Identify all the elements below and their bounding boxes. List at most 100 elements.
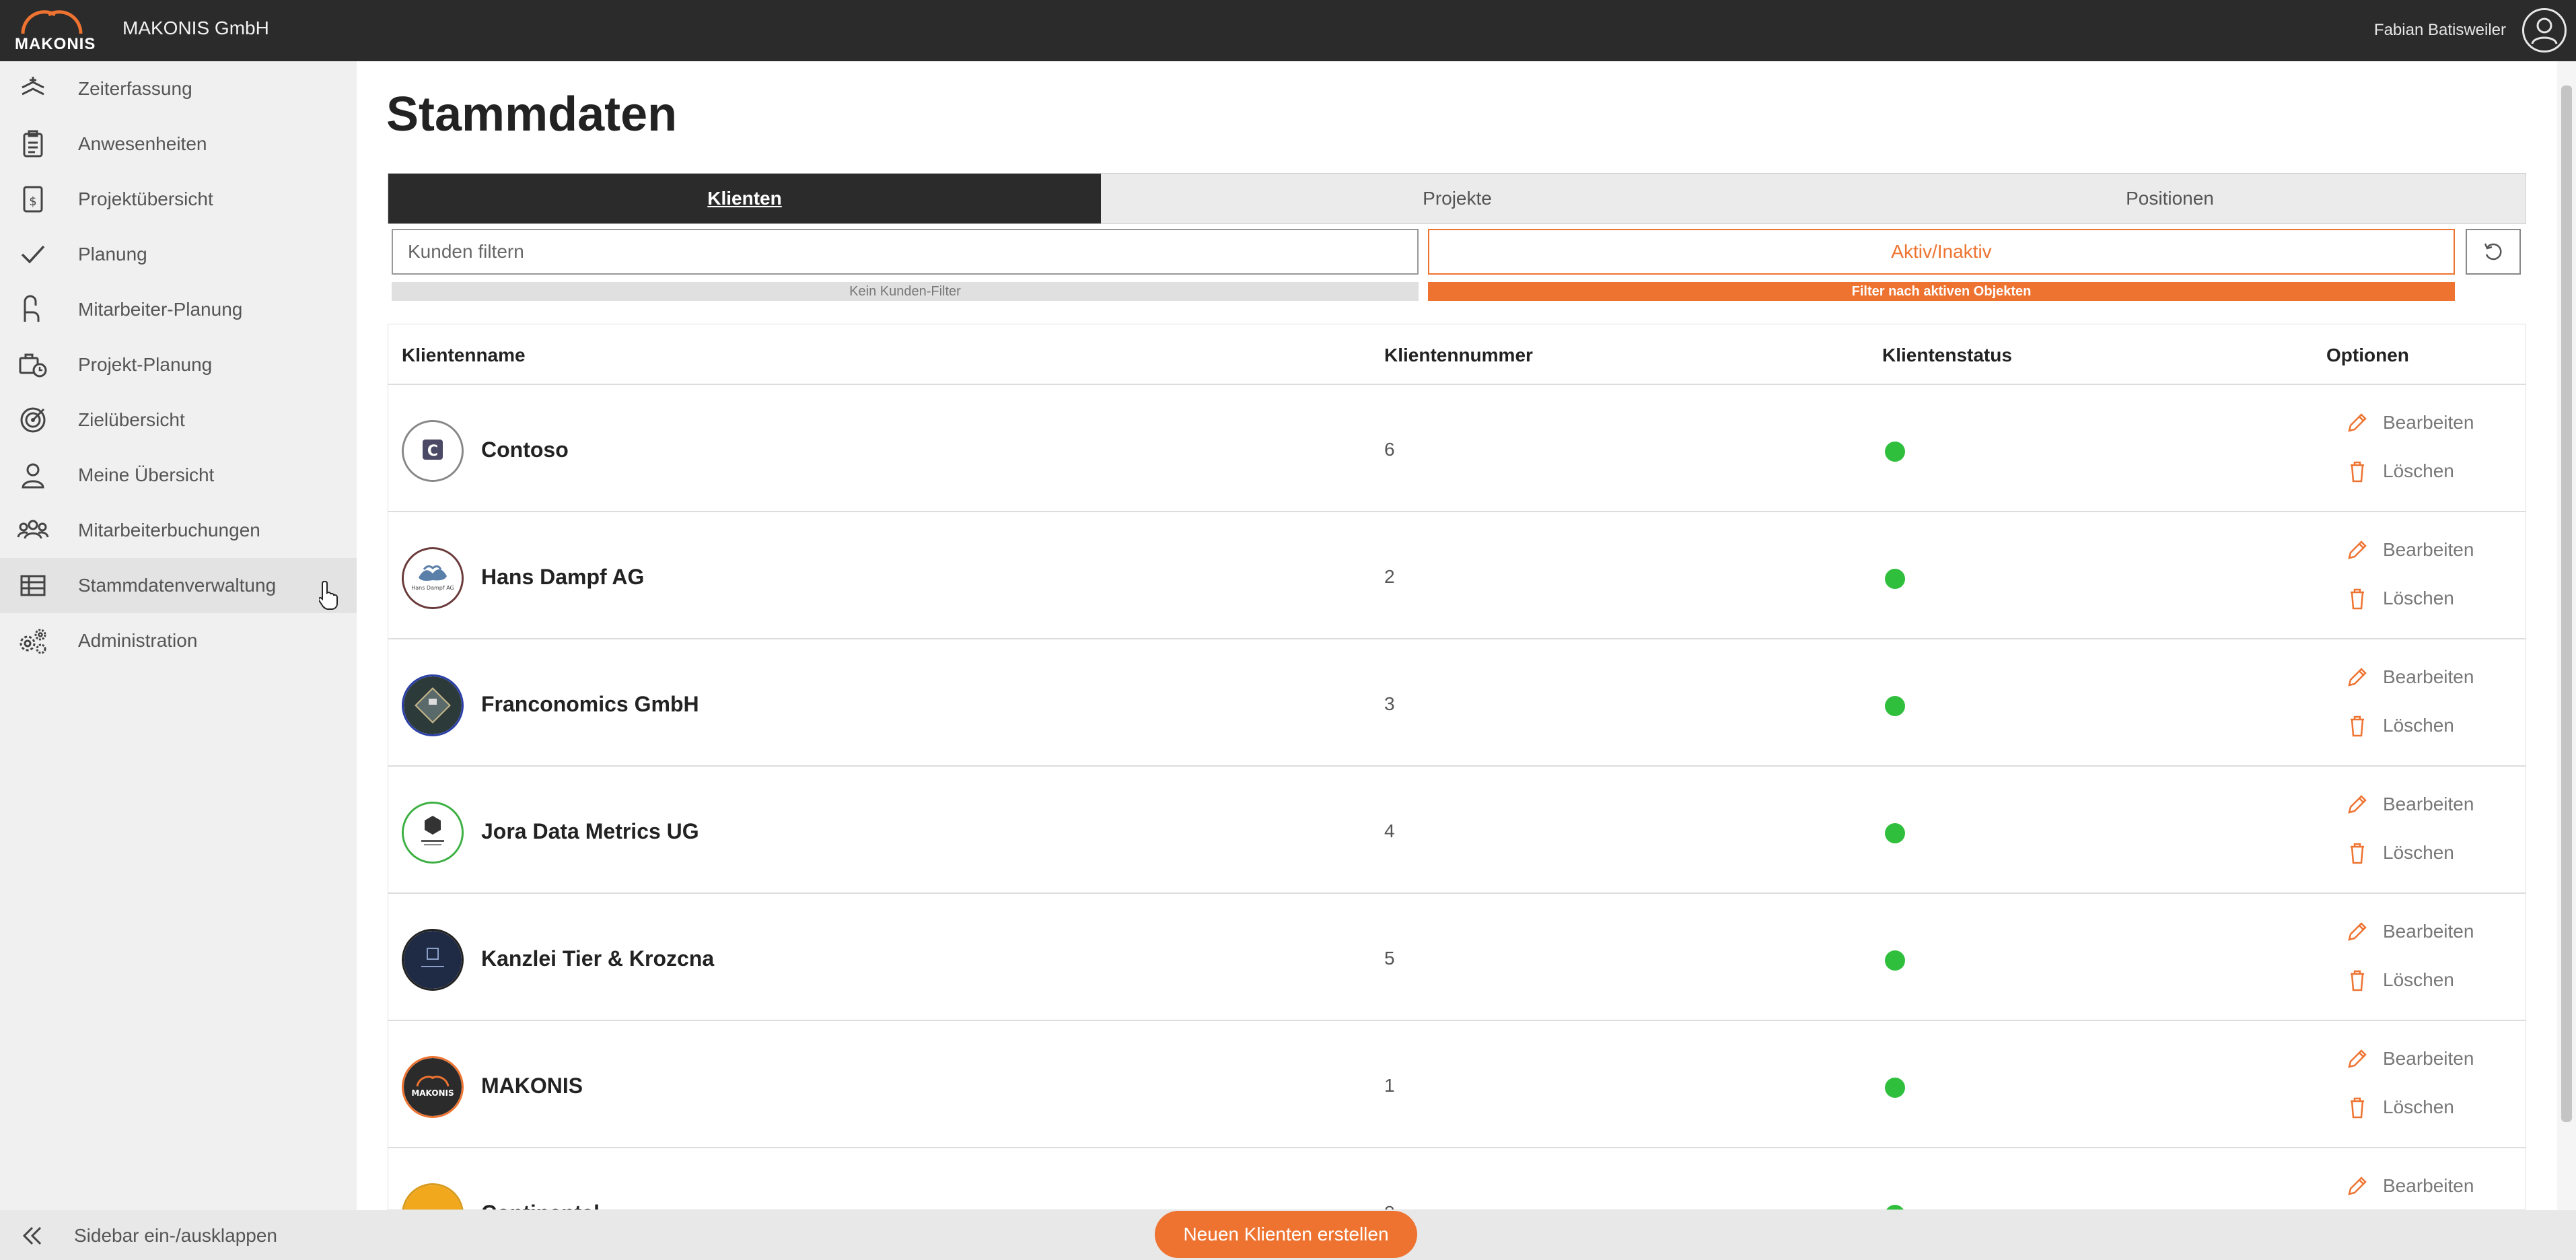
client-number: 8 (1384, 1202, 1395, 1210)
makonis-logo[interactable]: MAKONIS (15, 8, 96, 53)
sidebar-item-zeiterfassung[interactable]: Zeiterfassung (0, 61, 357, 116)
svg-text:C: C (427, 443, 438, 460)
client-logo-continental (402, 1183, 464, 1210)
sidebar-item-projekt-planung[interactable]: Projekt-Planung (0, 337, 357, 392)
table-icon (16, 569, 50, 602)
edit-label: Bearbeiten (2383, 412, 2474, 433)
edit-button[interactable]: Bearbeiten (2344, 664, 2474, 691)
column-header-number[interactable]: Klientennummer (1384, 345, 1533, 366)
edit-button[interactable]: Bearbeiten (2344, 536, 2474, 563)
tab-klienten[interactable]: Klienten (388, 174, 1101, 223)
edit-button[interactable]: Bearbeiten (2344, 409, 2474, 436)
group-icon (16, 514, 50, 547)
status-active-indicator (1885, 1205, 1905, 1210)
edit-label: Bearbeiten (2383, 539, 2474, 560)
double-chevron-left-icon (22, 1226, 42, 1245)
client-name: Hans Dampf AG (481, 565, 645, 589)
table-row: MAKONIS MAKONIS 1 Bearbeiten Löschen (388, 1021, 2526, 1148)
pencil-icon (2348, 668, 2367, 687)
hand-cursor-icon (318, 580, 339, 610)
column-header-status[interactable]: Klientenstatus (1882, 345, 2012, 366)
time-tracking-icon (16, 72, 50, 106)
delete-label: Löschen (2383, 715, 2454, 736)
client-name: Continental (481, 1201, 600, 1210)
table-row: Jora Data Metrics UG 4 Bearbeiten Lösche… (388, 767, 2526, 894)
edit-button[interactable]: Bearbeiten (2344, 918, 2474, 945)
trash-icon (2351, 843, 2364, 864)
client-number: 2 (1384, 566, 1395, 587)
sidebar-item-label: Mitarbeiterbuchungen (78, 520, 260, 540)
tab-positionen[interactable]: Positionen (1814, 174, 2526, 223)
sidebar-item-anwesenheiten[interactable]: Anwesenheiten (0, 116, 357, 172)
client-name: MAKONIS (481, 1074, 583, 1098)
tab-bar: Klienten Projekte Positionen (388, 173, 2526, 224)
sidebar-item-meine-uebersicht[interactable]: Meine Übersicht (0, 448, 357, 503)
status-active-indicator (1885, 696, 1905, 716)
sidebar-item-label: Stammdatenverwaltung (78, 575, 277, 596)
edit-label: Bearbeiten (2383, 794, 2474, 814)
client-name: Jora Data Metrics UG (481, 819, 699, 843)
check-icon (16, 238, 50, 271)
delete-button[interactable]: Löschen (2344, 712, 2454, 739)
table-row: Continental 8 Bearbeiten Löschen (388, 1148, 2526, 1210)
column-header-options: Optionen (2326, 345, 2409, 365)
edit-button[interactable]: Bearbeiten (2344, 791, 2474, 818)
sidebar-item-administration[interactable]: Administration (0, 613, 357, 668)
logo-text: MAKONIS (15, 35, 96, 53)
person-icon (16, 458, 50, 492)
sidebar-item-label: Anwesenheiten (78, 133, 207, 154)
column-header-name[interactable]: Klientenname (402, 345, 526, 366)
edit-label: Bearbeiten (2383, 1048, 2474, 1069)
status-active-indicator (1885, 1078, 1905, 1098)
sidebar-item-planung[interactable]: Planung (0, 227, 357, 282)
status-filter-select[interactable]: Aktiv/Inaktiv (1428, 229, 2455, 275)
trash-icon (2351, 715, 2364, 737)
table-header: Klientenname Klientennummer Klientenstat… (388, 324, 2526, 385)
page-scrollbar[interactable] (2557, 61, 2576, 1210)
delete-button[interactable]: Löschen (2344, 1094, 2454, 1121)
create-client-button[interactable]: Neuen Klienten erstellen (1155, 1211, 1417, 1258)
clipboard-icon (16, 127, 50, 161)
svg-text:$: $ (29, 195, 36, 209)
table-row: Kanzlei Tier & Krozcna 5 Bearbeiten Lösc… (388, 894, 2526, 1021)
client-logo-kanzlei (402, 929, 464, 991)
pencil-icon (2348, 413, 2367, 432)
svg-text:Hans Dampf AG: Hans Dampf AG (411, 585, 454, 591)
edit-label: Bearbeiten (2383, 921, 2474, 942)
sidebar-item-label: Administration (78, 630, 198, 651)
delete-button[interactable]: Löschen (2344, 839, 2454, 866)
delete-label: Löschen (2383, 1096, 2454, 1117)
sidebar-item-label: Zielübersicht (78, 409, 185, 430)
client-filter-input[interactable] (392, 229, 1419, 275)
user-avatar-icon[interactable] (2522, 8, 2567, 53)
client-logo-contoso: C (402, 420, 464, 482)
client-logo-jora (402, 802, 464, 864)
employee-planning-icon (16, 293, 50, 326)
sidebar-item-label: Mitarbeiter-Planung (78, 299, 243, 320)
reset-filter-button[interactable] (2466, 229, 2521, 275)
sidebar-item-zieluebersicht[interactable]: Zielübersicht (0, 392, 357, 448)
delete-button[interactable]: Löschen (2344, 967, 2454, 993)
sidebar-item-label: Projekt-Planung (78, 354, 213, 375)
user-name[interactable]: Fabian Batisweiler (2374, 21, 2506, 40)
client-number: 1 (1384, 1075, 1395, 1096)
delete-button[interactable]: Löschen (2344, 458, 2454, 485)
trash-icon (2351, 970, 2364, 991)
sidebar-item-projektuebersicht[interactable]: $ Projektübersicht (0, 172, 357, 227)
sidebar-item-stammdatenverwaltung[interactable]: Stammdatenverwaltung (0, 558, 357, 613)
scrollbar-thumb[interactable] (2561, 85, 2572, 1122)
svg-text:MAKONIS: MAKONIS (411, 1088, 454, 1098)
sidebar-item-mitarbeiter-planung[interactable]: Mitarbeiter-Planung (0, 282, 357, 337)
tab-projekte[interactable]: Projekte (1101, 174, 1814, 223)
edit-button[interactable]: Bearbeiten (2344, 1172, 2474, 1199)
client-number: 6 (1384, 439, 1395, 460)
sidebar-item-label: Projektübersicht (78, 188, 213, 209)
delete-button[interactable]: Löschen (2344, 585, 2454, 612)
sidebar-item-label: Planung (78, 244, 147, 265)
table-row: C Contoso 6 Bearbeiten Löschen (388, 385, 2526, 512)
client-name: Contoso (481, 438, 569, 462)
client-name: Franconomics GmbH (481, 692, 699, 716)
client-name: Kanzlei Tier & Krozcna (481, 946, 715, 971)
sidebar-item-mitarbeiterbuchungen[interactable]: Mitarbeiterbuchungen (0, 503, 357, 558)
edit-button[interactable]: Bearbeiten (2344, 1045, 2474, 1072)
